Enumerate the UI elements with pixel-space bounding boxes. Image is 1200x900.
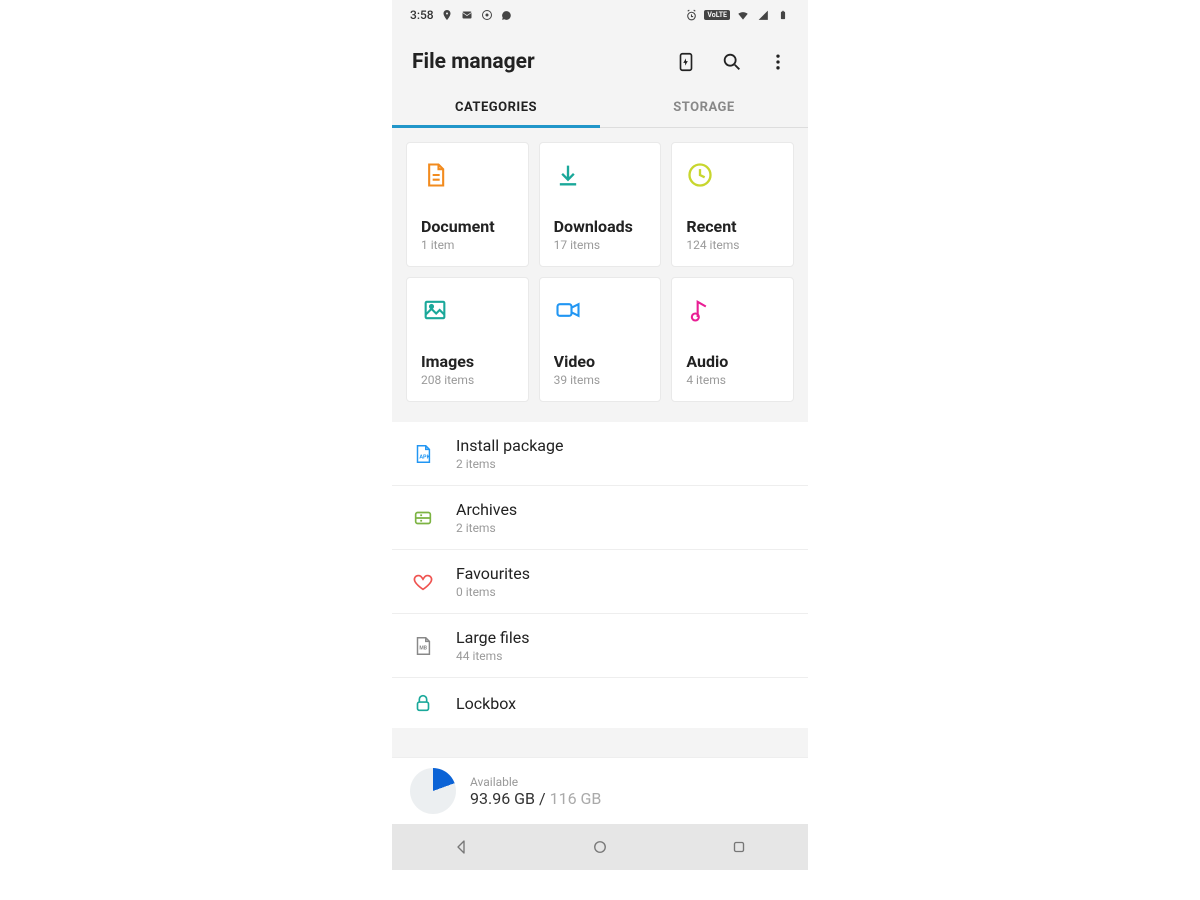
cell-icon	[756, 8, 770, 22]
list-install-package[interactable]: APK Install package 2 items	[392, 422, 808, 486]
list-sub: 44 items	[456, 649, 530, 663]
list-sub: 2 items	[456, 457, 563, 471]
chrome-icon	[480, 8, 494, 22]
card-title: Video	[554, 352, 649, 371]
image-icon	[421, 296, 451, 326]
apk-icon: APK	[412, 443, 434, 465]
card-title: Downloads	[554, 217, 649, 236]
svg-text:APK: APK	[419, 454, 430, 460]
list-title: Archives	[456, 500, 517, 519]
scroll-area[interactable]: Document 1 item Downloads 17 items Recen…	[392, 128, 808, 757]
list-favourites[interactable]: Favourites 0 items	[392, 550, 808, 614]
card-title: Images	[421, 352, 516, 371]
category-grid: Document 1 item Downloads 17 items Recen…	[392, 128, 808, 416]
storage-label: Available	[470, 775, 601, 789]
large-file-icon: MB	[412, 635, 434, 657]
card-sub: 208 items	[421, 373, 516, 387]
more-button[interactable]	[766, 50, 790, 74]
alarm-icon	[684, 8, 698, 22]
nav-recent-button[interactable]	[729, 837, 749, 857]
lock-icon	[412, 692, 434, 714]
svg-text:MB: MB	[419, 645, 427, 651]
mail-icon	[460, 8, 474, 22]
list-lockbox[interactable]: Lockbox	[392, 678, 808, 728]
storage-free: 93.96 GB	[470, 789, 535, 808]
audio-icon	[686, 296, 716, 326]
search-button[interactable]	[720, 50, 744, 74]
download-icon	[554, 161, 584, 191]
card-images[interactable]: Images 208 items	[406, 277, 529, 402]
tab-storage[interactable]: STORAGE	[600, 86, 808, 127]
tab-categories[interactable]: CATEGORIES	[392, 86, 600, 127]
card-sub: 17 items	[554, 238, 649, 252]
phone-frame: 3:58 VoLTE	[392, 0, 808, 870]
card-document[interactable]: Document 1 item	[406, 142, 529, 267]
list-sub: 2 items	[456, 521, 517, 535]
card-sub: 1 item	[421, 238, 516, 252]
storage-total: 116 GB	[550, 789, 602, 808]
card-sub: 4 items	[686, 373, 781, 387]
list-title: Install package	[456, 436, 563, 455]
nav-home-button[interactable]	[590, 837, 610, 857]
tabs: CATEGORIES STORAGE	[392, 86, 808, 128]
android-nav-bar	[392, 824, 808, 870]
location-icon	[440, 8, 454, 22]
list-sub: 0 items	[456, 585, 530, 599]
battery-icon	[776, 8, 790, 22]
storage-pie-icon	[410, 768, 456, 814]
storage-footer[interactable]: Available 93.96 GB / 116 GB	[392, 757, 808, 824]
card-recent[interactable]: Recent 124 items	[671, 142, 794, 267]
card-sub: 39 items	[554, 373, 649, 387]
archive-icon	[412, 507, 434, 529]
card-video[interactable]: Video 39 items	[539, 277, 662, 402]
document-icon	[421, 161, 451, 191]
heart-icon	[412, 571, 434, 593]
card-title: Audio	[686, 352, 781, 371]
app-title: File manager	[412, 50, 674, 74]
extra-list: APK Install package 2 items Archives 2 i…	[392, 422, 808, 728]
storage-values: 93.96 GB / 116 GB	[470, 789, 601, 808]
card-downloads[interactable]: Downloads 17 items	[539, 142, 662, 267]
app-header: File manager	[392, 30, 808, 86]
card-title: Recent	[686, 217, 781, 236]
speech-icon	[500, 8, 514, 22]
card-title: Document	[421, 217, 516, 236]
clock-icon	[686, 161, 716, 191]
volte-badge: VoLTE	[704, 10, 730, 20]
video-icon	[554, 296, 584, 326]
status-time: 3:58	[410, 8, 434, 22]
list-archives[interactable]: Archives 2 items	[392, 486, 808, 550]
storage-sep: /	[535, 789, 550, 808]
list-title: Large files	[456, 628, 530, 647]
status-bar: 3:58 VoLTE	[392, 0, 808, 30]
clean-button[interactable]	[674, 50, 698, 74]
nav-back-button[interactable]	[451, 837, 471, 857]
list-title: Favourites	[456, 564, 530, 583]
list-large-files[interactable]: MB Large files 44 items	[392, 614, 808, 678]
card-audio[interactable]: Audio 4 items	[671, 277, 794, 402]
list-title: Lockbox	[456, 694, 516, 713]
wifi-icon	[736, 8, 750, 22]
card-sub: 124 items	[686, 238, 781, 252]
